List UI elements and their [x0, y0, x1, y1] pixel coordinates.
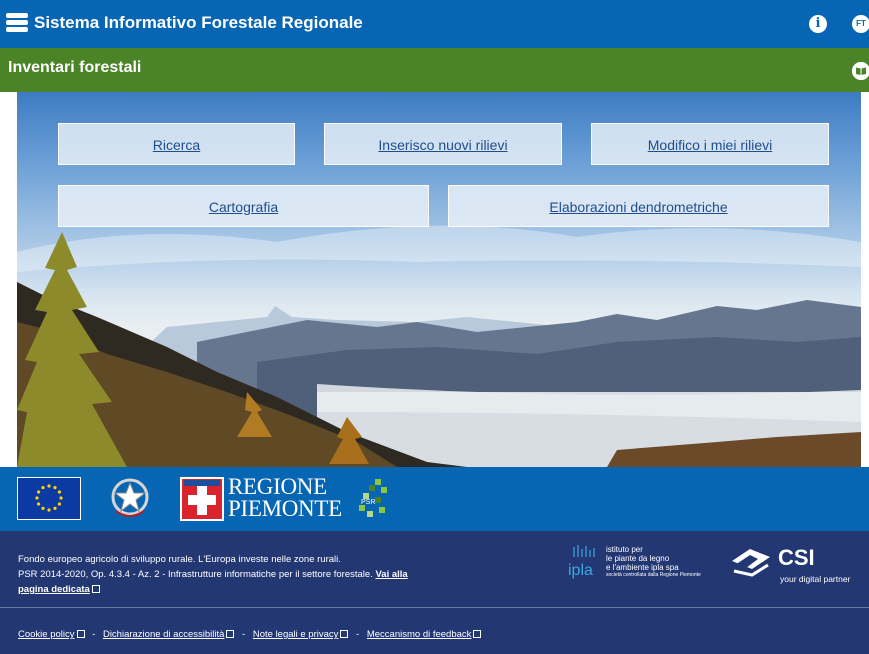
elaborazioni-dendrometriche-button[interactable]: Elaborazioni dendrometriche: [448, 185, 829, 227]
psr-text: PSR: [361, 499, 375, 506]
top-header: Sistema Informativo Forestale Regionale: [0, 0, 869, 48]
user-avatar[interactable]: FT: [852, 15, 869, 33]
feedback-mechanism-link[interactable]: Meccanismo di feedback: [367, 629, 482, 640]
manual-book-icon[interactable]: [852, 62, 869, 80]
footer-text: Fondo europeo agricolo di sviluppo rural…: [18, 552, 438, 597]
ipla-logo[interactable]: ipla istituto per le piante da legno e l…: [566, 543, 706, 587]
modifico-miei-rilievi-button[interactable]: Modifico i miei rilievi: [591, 123, 829, 165]
footer-links: Cookie policy - Dichiarazione di accessi…: [18, 629, 482, 640]
hamburger-menu-icon[interactable]: [6, 13, 28, 33]
regione-piemonte-logo: REGIONE PIEMONTE: [228, 474, 342, 521]
cookie-policy-link[interactable]: Cookie policy: [18, 629, 85, 640]
footer-line2: PSR 2014-2020, Op. 4.3.4 - Az. 2 - Infra…: [18, 567, 438, 597]
inserisco-nuovi-rilievi-button[interactable]: Inserisco nuovi rilievi: [324, 123, 562, 165]
link-separator: -: [242, 629, 246, 640]
ipla-mark-icon: ipla: [568, 545, 595, 579]
footer-divider: [0, 607, 869, 608]
external-link-icon: [226, 630, 235, 638]
section-header: Inventari forestali: [0, 48, 869, 92]
csi-logo[interactable]: CSI your digital partner: [728, 543, 864, 587]
accessibility-statement-link[interactable]: Dichiarazione di accessibilità: [102, 629, 235, 640]
legal-privacy-link[interactable]: Note legali e privacy: [253, 629, 349, 640]
ipla-line2: le piante da legno: [606, 554, 670, 563]
csi-mark-icon: [732, 549, 770, 577]
csi-tagline: your digital partner: [780, 574, 851, 584]
cookie-policy-label: Cookie policy: [18, 629, 75, 640]
ipla-line4: società controllata dalla Regione Piemon…: [606, 572, 701, 578]
external-link-icon: [91, 585, 100, 593]
external-link-icon: [340, 630, 349, 638]
hero-landscape: Ricerca Inserisco nuovi rilievi Modifico…: [17, 92, 861, 467]
feedback-label: Meccanismo di feedback: [366, 629, 472, 640]
external-link-icon: [473, 630, 482, 638]
piemonte-text: PIEMONTE: [228, 496, 342, 521]
link-separator: -: [356, 629, 360, 640]
csi-brand-text: CSI: [778, 545, 815, 570]
ipla-line1: istituto per: [606, 545, 643, 554]
accessibility-label: Dichiarazione di accessibilità: [102, 629, 225, 640]
psr-logo: PSR: [359, 479, 387, 517]
eu-flag-logo: [17, 477, 81, 520]
ricerca-button[interactable]: Ricerca: [58, 123, 295, 165]
regione-piemonte-shield: [180, 477, 224, 521]
italian-republic-emblem: [111, 478, 149, 517]
section-title: Inventari forestali: [8, 59, 142, 76]
regione-text: REGIONE: [228, 474, 327, 499]
partner-logos-strip: REGIONE PIEMONTE PSR: [0, 467, 869, 531]
legal-privacy-label: Note legali e privacy: [252, 629, 339, 640]
footer-line2-text: PSR 2014-2020, Op. 4.3.4 - Az. 2 - Infra…: [18, 569, 373, 580]
info-icon[interactable]: i: [809, 15, 827, 33]
ipla-line3: e l'ambiente ipla spa: [606, 563, 679, 572]
external-link-icon: [76, 630, 85, 638]
app-title: Sistema Informativo Forestale Regionale: [34, 13, 363, 32]
link-separator: -: [92, 629, 96, 640]
footer: Fondo europeo agricolo di sviluppo rural…: [0, 531, 869, 654]
cartografia-button[interactable]: Cartografia: [58, 185, 429, 227]
ipla-mark-text: ipla: [568, 562, 593, 579]
ipla-text: istituto per le piante da legno e l'ambi…: [606, 545, 701, 579]
footer-line1: Fondo europeo agricolo di sviluppo rural…: [18, 554, 341, 565]
